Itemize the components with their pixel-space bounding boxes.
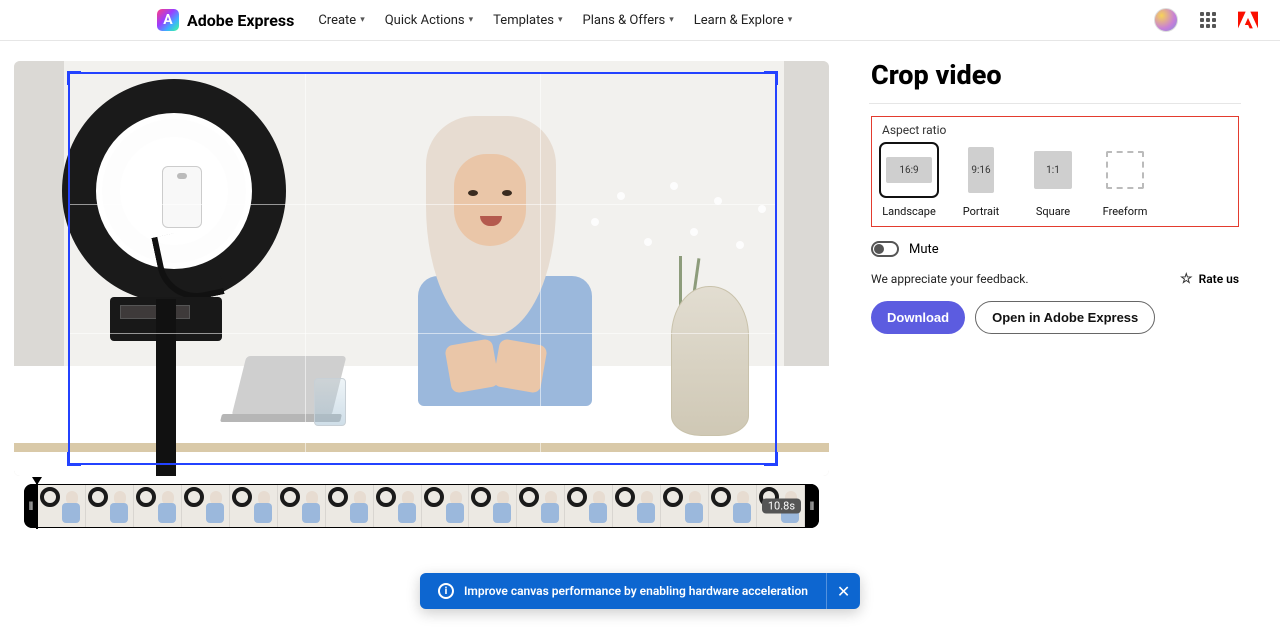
aspect-caption: Landscape	[880, 205, 938, 218]
aspect-ratio-text: 9:16	[971, 165, 990, 176]
aspect-option-portrait[interactable]: 9:16 Portrait	[952, 143, 1010, 218]
timeline-strip[interactable]: 10.8s	[24, 484, 819, 528]
brand-name: Adobe Express	[187, 11, 294, 30]
chevron-down-icon: ▾	[788, 15, 793, 25]
nav-templates-label: Templates	[493, 13, 554, 28]
crop-grid-line	[70, 204, 775, 205]
timeline-thumbnail[interactable]	[661, 485, 709, 527]
rate-us-label: Rate us	[1199, 272, 1239, 286]
timeline-thumbnail[interactable]	[326, 485, 374, 527]
aspect-ratio-text: 16:9	[899, 165, 918, 176]
page-title: Crop video	[871, 59, 1239, 91]
aspect-ratio-label: Aspect ratio	[882, 123, 1230, 137]
nav-learn[interactable]: Learn & Explore ▾	[694, 13, 793, 28]
nav-quick-actions-label: Quick Actions	[385, 13, 465, 28]
mute-toggle[interactable]	[871, 241, 899, 257]
timeline-thumbnail[interactable]	[134, 485, 182, 527]
nav-templates[interactable]: Templates ▾	[493, 13, 562, 28]
timeline-playhead[interactable]	[32, 477, 42, 529]
nav-plans[interactable]: Plans & Offers▾	[583, 13, 674, 28]
crop-overlay[interactable]	[68, 72, 777, 465]
close-icon: ✕	[837, 582, 850, 601]
crop-grid-line	[540, 74, 541, 463]
open-in-express-button[interactable]: Open in Adobe Express	[975, 301, 1155, 334]
brand[interactable]: Adobe Express	[157, 9, 294, 31]
feedback-text: We appreciate your feedback.	[871, 272, 1029, 286]
toast-message: Improve canvas performance by enabling h…	[464, 584, 808, 598]
aspect-ratio-text: 1:1	[1046, 165, 1060, 176]
performance-toast: i Improve canvas performance by enabling…	[420, 573, 860, 609]
cta-row: Download Open in Adobe Express	[871, 301, 1239, 334]
nav-create-label: Create	[318, 13, 356, 28]
main-content: 10.8s Crop video Aspect ratio 16:9 Lands…	[0, 41, 1280, 528]
mute-row: Mute	[871, 241, 1239, 257]
adobe-logo-icon[interactable]	[1238, 11, 1258, 29]
feedback-row: We appreciate your feedback. ☆ Rate us	[871, 271, 1239, 287]
header-left: Adobe Express Create ▾ Quick Actions ▾ Tem…	[0, 9, 792, 31]
aspect-caption: Portrait	[952, 205, 1010, 218]
nav-create[interactable]: Create ▾	[318, 13, 364, 28]
rate-us-button[interactable]: ☆ Rate us	[1180, 271, 1239, 287]
nav-learn-label: Learn & Explore	[694, 13, 784, 28]
chevron-down-icon: ▾	[360, 15, 365, 25]
timeline-thumbnail[interactable]	[565, 485, 613, 527]
download-button[interactable]: Download	[871, 301, 965, 334]
crop-handle-top-right[interactable]	[764, 71, 778, 85]
timeline-thumbnail[interactable]	[469, 485, 517, 527]
aspect-caption: Square	[1024, 205, 1082, 218]
header-right	[1154, 8, 1258, 32]
settings-panel: Crop video Aspect ratio 16:9 Landscape 9…	[843, 41, 1263, 528]
timeline-thumbnail[interactable]	[422, 485, 470, 527]
app-switcher-icon[interactable]	[1200, 12, 1216, 28]
timeline-thumbnail[interactable]	[86, 485, 134, 527]
timeline-thumbnail[interactable]	[517, 485, 565, 527]
chevron-down-icon: ▾	[469, 15, 474, 25]
timeline-thumbnail[interactable]	[230, 485, 278, 527]
main-nav: Create ▾ Quick Actions ▾ Templates ▾ Plans …	[318, 13, 792, 28]
aspect-caption: Freeform	[1096, 205, 1154, 218]
timeline-thumbnail[interactable]	[278, 485, 326, 527]
timeline-thumbnail[interactable]	[374, 485, 422, 527]
star-icon: ☆	[1180, 271, 1193, 287]
divider	[869, 103, 1241, 104]
chevron-down-icon: ▾	[558, 15, 563, 25]
editor-area: 10.8s	[0, 41, 843, 528]
crop-handle-top-left[interactable]	[67, 71, 81, 85]
mute-label: Mute	[909, 242, 939, 257]
video-timeline[interactable]: 10.8s	[24, 484, 819, 528]
video-canvas[interactable]	[14, 61, 829, 476]
timeline-thumbnail[interactable]	[709, 485, 757, 527]
info-icon: i	[438, 583, 454, 599]
aspect-option-square[interactable]: 1:1 Square	[1024, 143, 1082, 218]
user-avatar[interactable]	[1154, 8, 1178, 32]
video-duration: 10.8s	[762, 499, 801, 514]
timeline-thumbnail[interactable]	[613, 485, 661, 527]
chevron-down-icon: ▾	[669, 15, 674, 25]
aspect-ratio-group: Aspect ratio 16:9 Landscape 9:16 Portrai…	[871, 116, 1239, 227]
trim-handle-end[interactable]	[805, 484, 819, 528]
crop-grid-line	[305, 74, 306, 463]
brand-logo-icon	[157, 9, 179, 31]
crop-handle-bottom-left[interactable]	[67, 452, 81, 466]
aspect-option-freeform[interactable]: Freeform	[1096, 143, 1154, 218]
nav-quick-actions[interactable]: Quick Actions ▾	[385, 13, 473, 28]
crop-handle-bottom-right[interactable]	[764, 452, 778, 466]
aspect-ratio-options: 16:9 Landscape 9:16 Portrait 1:1 Square …	[880, 143, 1230, 218]
toast-close-button[interactable]: ✕	[826, 573, 860, 609]
timeline-thumbnail[interactable]	[182, 485, 230, 527]
aspect-option-landscape[interactable]: 16:9 Landscape	[880, 143, 938, 218]
app-header: Adobe Express Create ▾ Quick Actions ▾ Tem…	[0, 0, 1280, 41]
nav-plans-label: Plans & Offers	[583, 13, 666, 28]
crop-grid-line	[70, 333, 775, 334]
timeline-thumbnail[interactable]	[38, 485, 86, 527]
toast-body[interactable]: i Improve canvas performance by enabling…	[420, 573, 826, 609]
